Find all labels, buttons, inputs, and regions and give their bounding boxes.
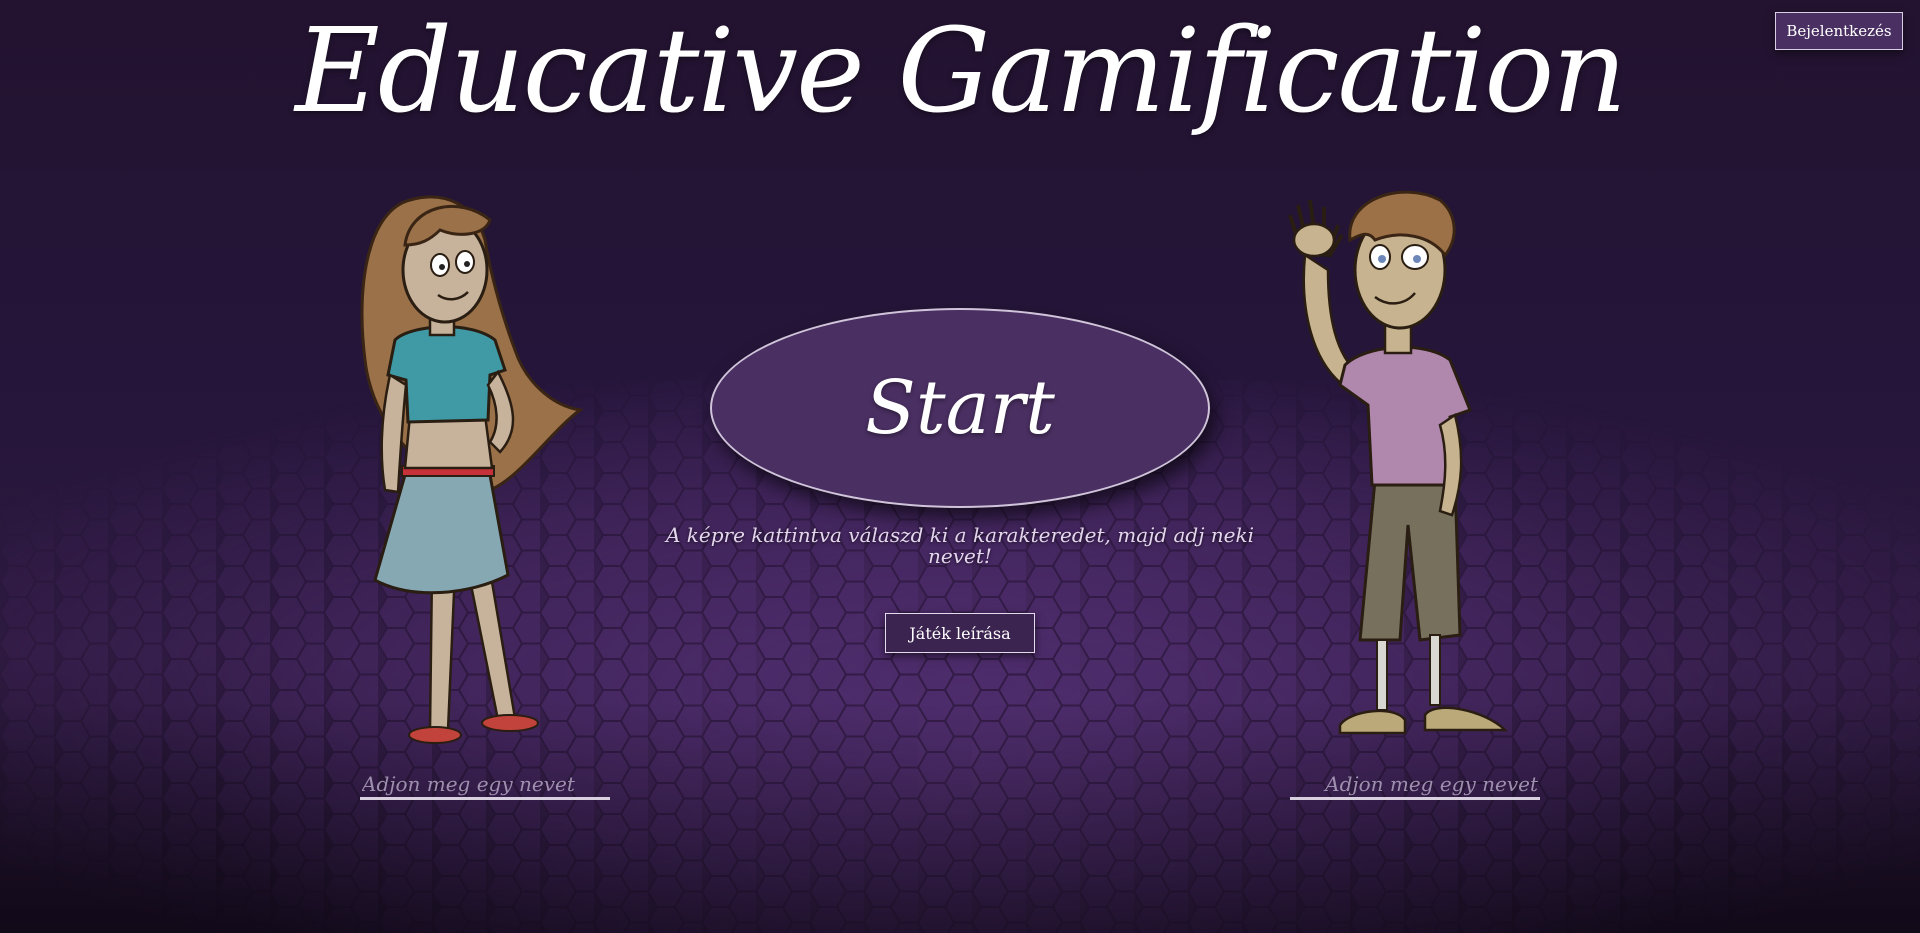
left-character-name-input[interactable] [360, 770, 610, 800]
character-hint-text: A képre kattintva válaszd ki a karaktere… [665, 523, 1255, 568]
page-title: Educative Gamification [295, 4, 1627, 139]
start-button[interactable]: Start [710, 308, 1210, 508]
girl-character-icon[interactable] [350, 190, 600, 750]
boy-character-icon[interactable] [1280, 185, 1540, 745]
right-character-name-input[interactable] [1290, 770, 1540, 800]
start-button-label: Start [865, 365, 1055, 451]
game-description-button[interactable]: Játék leírása [885, 613, 1035, 653]
login-button[interactable]: Bejelentkezés [1775, 12, 1903, 50]
